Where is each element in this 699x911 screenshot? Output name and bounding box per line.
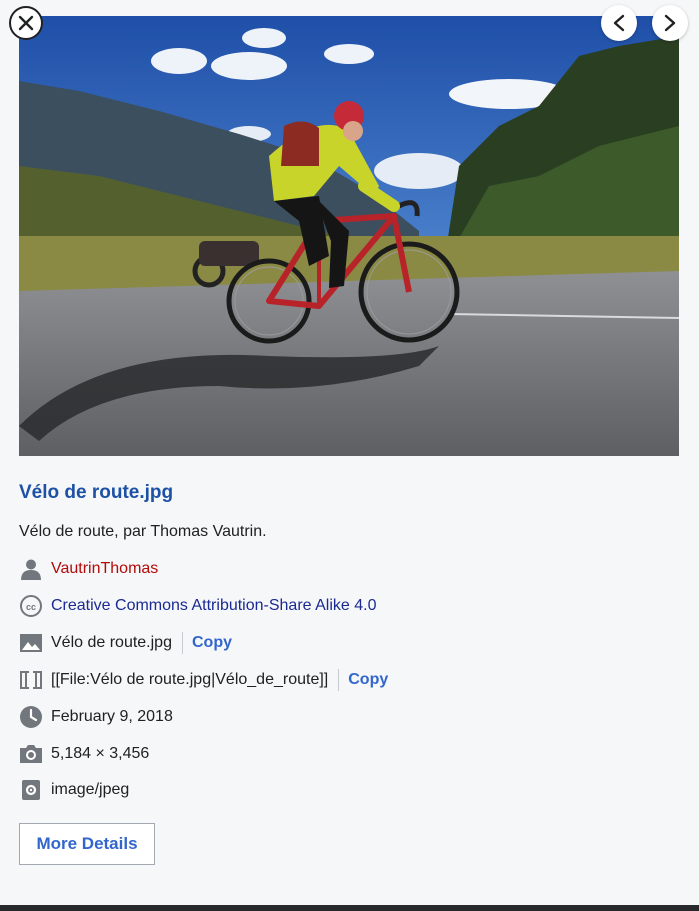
close-button[interactable] [9, 6, 43, 40]
chevron-left-icon [613, 14, 625, 32]
bottom-bar [0, 905, 699, 911]
author-row: VautrinThomas [19, 556, 158, 582]
filename-text: Vélo de route.jpg [51, 634, 172, 651]
mime-row: image/jpeg [19, 777, 129, 803]
wikitext-icon [19, 668, 43, 692]
mime-text: image/jpeg [51, 781, 130, 798]
dimensions-text: 5,184 × 3,456 [51, 745, 150, 762]
wikitext-text: [[File:Vélo de route.jpg|Vélo_de_route]] [51, 671, 329, 688]
wikitext-row: [[File:Vélo de route.jpg|Vélo_de_route]]… [19, 667, 388, 693]
next-button[interactable] [652, 5, 688, 41]
file-image[interactable] [19, 16, 679, 456]
date-row: February 9, 2018 [19, 704, 173, 730]
chevron-right-icon [664, 14, 676, 32]
more-details-button[interactable]: More Details [19, 823, 155, 865]
clock-icon [19, 705, 43, 729]
svg-text:cc: cc [26, 602, 36, 612]
dimensions-row: 5,184 × 3,456 [19, 741, 149, 767]
camera-icon [19, 742, 43, 766]
license-row: cc Creative Commons Attribution-Share Al… [19, 593, 376, 619]
file-title[interactable]: Vélo de route.jpg [19, 482, 173, 504]
close-icon [18, 15, 34, 31]
creative-commons-icon: cc [19, 594, 43, 618]
user-icon [19, 557, 43, 581]
copy-wikitext-button[interactable]: Copy [348, 671, 388, 689]
settings-file-icon [19, 778, 43, 802]
copy-filename-button[interactable]: Copy [192, 634, 232, 652]
license-link[interactable]: Creative Commons Attribution-Share Alike… [51, 597, 376, 615]
divider [338, 669, 340, 691]
author-link[interactable]: VautrinThomas [51, 560, 158, 578]
divider [181, 632, 183, 654]
image-icon [19, 631, 43, 655]
previous-button[interactable] [601, 5, 637, 41]
filename-row: Vélo de route.jpg Copy [19, 630, 232, 656]
date-text: February 9, 2018 [51, 708, 173, 725]
file-description: Vélo de route, par Thomas Vautrin. [19, 523, 267, 540]
